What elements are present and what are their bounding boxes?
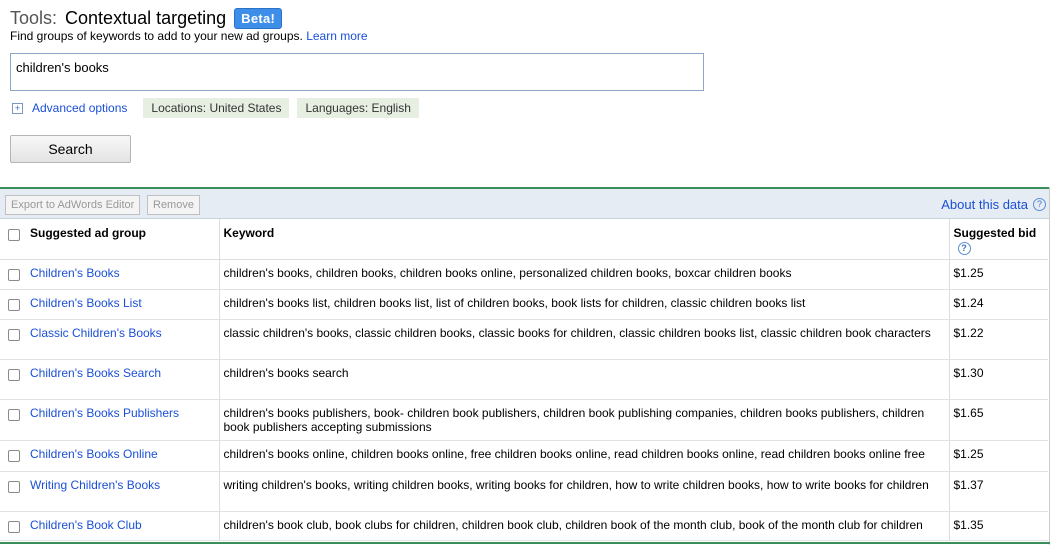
row-checkbox[interactable] (8, 299, 20, 311)
search-options-row: + Advanced options Locations: United Sta… (12, 98, 419, 118)
row-checkbox-cell (0, 471, 26, 512)
row-checkbox-cell (0, 399, 26, 441)
keywords-cell: children's books list, children books li… (218, 289, 949, 320)
select-all-cell (0, 219, 26, 260)
ad-group-link[interactable]: Children's Books Publishers (30, 406, 179, 420)
ad-group-cell: Children's Books (26, 259, 219, 290)
remove-button[interactable]: Remove (147, 195, 200, 215)
learn-more-link[interactable]: Learn more (306, 29, 367, 43)
advanced-options-link[interactable]: Advanced options (32, 101, 127, 115)
keywords-cell: classic children's books, classic childr… (218, 319, 949, 360)
panel-right-border (1049, 187, 1050, 545)
bid-cell: $1.35 (948, 511, 1048, 541)
ad-group-link[interactable]: Children's Book Club (30, 518, 142, 532)
column-header-ad-group[interactable]: Suggested ad group (26, 219, 219, 260)
ad-group-link[interactable]: Children's Books Online (30, 447, 158, 461)
table-row: Classic Children's Books classic children… (0, 319, 1048, 360)
ad-group-link[interactable]: Children's Books (30, 266, 120, 280)
ad-group-link[interactable]: Classic Children's Books (30, 326, 162, 340)
beta-badge: Beta! (234, 7, 283, 29)
subtitle-text: Find groups of keywords to add to your n… (10, 29, 303, 43)
column-header-keyword[interactable]: Keyword (218, 219, 949, 260)
bid-header-label: Suggested bid (953, 226, 1037, 240)
help-icon[interactable]: ? (1033, 198, 1046, 211)
bid-cell: $1.25 (948, 259, 1048, 290)
row-checkbox-cell (0, 319, 26, 360)
keywords-cell: writing children's books, writing childr… (218, 471, 949, 512)
row-checkbox[interactable] (8, 481, 20, 493)
search-button[interactable]: Search (10, 135, 131, 163)
ad-group-cell: Children's Books Publishers (26, 399, 219, 441)
bid-cell: $1.30 (948, 359, 1048, 400)
bid-cell: $1.37 (948, 471, 1048, 512)
ad-group-link[interactable]: Children's Books List (30, 296, 142, 310)
results-toolbar: Export to AdWords Editor Remove About th… (0, 189, 1050, 219)
bid-cell: $1.22 (948, 319, 1048, 360)
row-checkbox[interactable] (8, 369, 20, 381)
bid-help-icon[interactable]: ? (957, 242, 971, 255)
row-checkbox[interactable] (8, 269, 20, 281)
table-row: Children's Books Online children's books … (0, 440, 1048, 472)
about-this-data-link[interactable]: About this data (941, 197, 1028, 212)
table-row: Children's Book Club children's book club… (0, 511, 1048, 541)
panel-bottom-border (0, 542, 1050, 544)
row-checkbox-cell (0, 259, 26, 290)
row-checkbox[interactable] (8, 329, 20, 341)
languages-chip[interactable]: Languages: English (297, 98, 419, 118)
ad-group-cell: Children's Book Club (26, 511, 219, 541)
column-header-bid[interactable]: Suggested bid ? (948, 219, 1048, 260)
select-all-checkbox[interactable] (8, 229, 20, 241)
ad-group-cell: Children's Books Search (26, 359, 219, 400)
row-checkbox-cell (0, 440, 26, 472)
results-panel: Export to AdWords Editor Remove About th… (0, 187, 1050, 547)
row-checkbox-cell (0, 289, 26, 320)
keywords-cell: children's books publishers, book- child… (218, 399, 949, 441)
page-subtitle: Find groups of keywords to add to your n… (10, 29, 368, 43)
table-row: Children's Books Publishers children's bo… (0, 399, 1048, 441)
locations-chip[interactable]: Locations: United States (143, 98, 290, 118)
keyword-search-input[interactable]: children's books (10, 53, 704, 91)
table-row: Writing Children's Books writing children… (0, 471, 1048, 512)
row-checkbox[interactable] (8, 409, 20, 421)
table-row: Children's Books List children's books li… (0, 289, 1048, 320)
bid-cell: $1.25 (948, 440, 1048, 472)
row-checkbox[interactable] (8, 521, 20, 533)
keywords-cell: children's books online, children books … (218, 440, 949, 472)
ad-group-link[interactable]: Writing Children's Books (30, 478, 160, 492)
page-title: Contextual targeting (65, 7, 227, 28)
table-header-row: Suggested ad group Keyword Suggested bid… (0, 219, 1048, 260)
export-to-adwords-editor-button[interactable]: Export to AdWords Editor (5, 195, 141, 215)
ad-group-cell: Children's Books Online (26, 440, 219, 472)
row-checkbox-cell (0, 359, 26, 400)
bid-cell: $1.65 (948, 399, 1048, 441)
ad-group-cell: Classic Children's Books (26, 319, 219, 360)
ad-group-cell: Children's Books List (26, 289, 219, 320)
row-checkbox-cell (0, 511, 26, 541)
tools-label: Tools: (10, 7, 58, 28)
ad-group-link[interactable]: Children's Books Search (30, 366, 161, 380)
expand-plus-icon[interactable]: + (12, 102, 23, 114)
bid-cell: $1.24 (948, 289, 1048, 320)
table-row: Children's Books Search children's books … (0, 359, 1048, 400)
row-checkbox[interactable] (8, 450, 20, 462)
ad-group-cell: Writing Children's Books (26, 471, 219, 512)
about-this-data[interactable]: About this data ? (941, 197, 1046, 212)
keywords-cell: children's books search (218, 359, 949, 400)
table-row: Children's Books children's books, childr… (0, 259, 1048, 290)
keywords-cell: children's books, children books, childr… (218, 259, 949, 290)
results-table: Suggested ad group Keyword Suggested bid… (0, 219, 1048, 541)
keywords-cell: children's book club, book clubs for chi… (218, 511, 949, 541)
page-title-row: Tools: Contextual targeting Beta! (10, 6, 283, 30)
